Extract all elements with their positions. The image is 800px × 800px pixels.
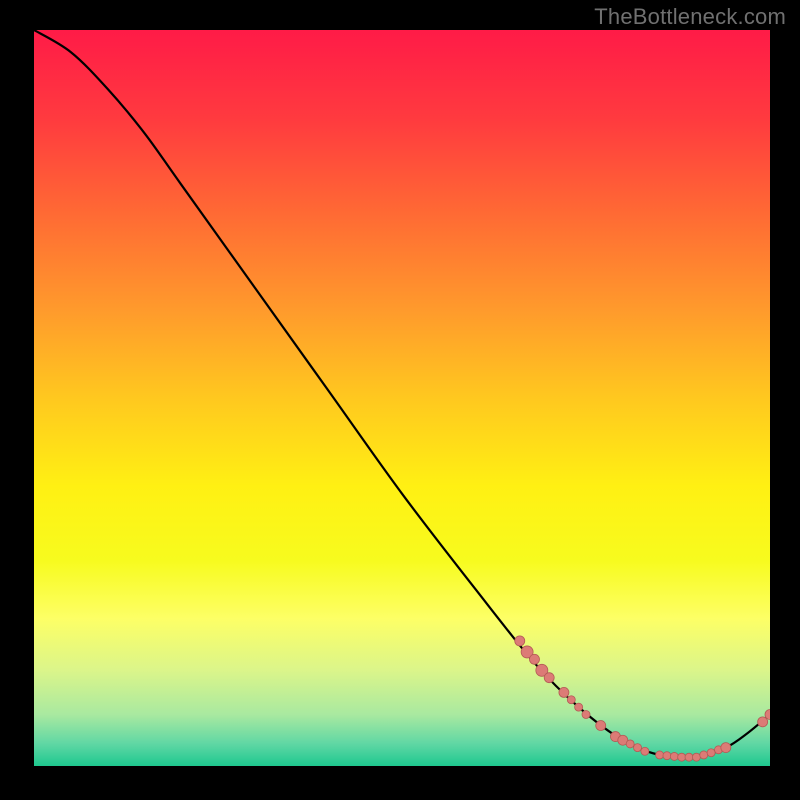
data-marker [582, 710, 590, 718]
data-marker [596, 721, 606, 731]
data-marker [515, 636, 525, 646]
data-marker [575, 703, 583, 711]
data-marker [700, 751, 708, 759]
data-marker [685, 753, 693, 761]
data-marker [641, 747, 649, 755]
plot-area [34, 30, 770, 766]
data-marker [758, 717, 768, 727]
data-marker [529, 654, 539, 664]
chart-container: TheBottleneck.com [0, 0, 800, 800]
data-marker [567, 696, 575, 704]
data-marker [626, 740, 634, 748]
data-marker [656, 751, 664, 759]
data-marker [707, 749, 715, 757]
gradient-background [34, 30, 770, 766]
data-marker [721, 743, 731, 753]
data-marker [670, 752, 678, 760]
data-marker [634, 744, 642, 752]
watermark-text: TheBottleneck.com [594, 4, 786, 30]
data-marker [544, 673, 554, 683]
data-marker [559, 687, 569, 697]
data-marker [692, 753, 700, 761]
chart-svg [34, 30, 770, 766]
data-marker [663, 752, 671, 760]
data-marker [678, 753, 686, 761]
